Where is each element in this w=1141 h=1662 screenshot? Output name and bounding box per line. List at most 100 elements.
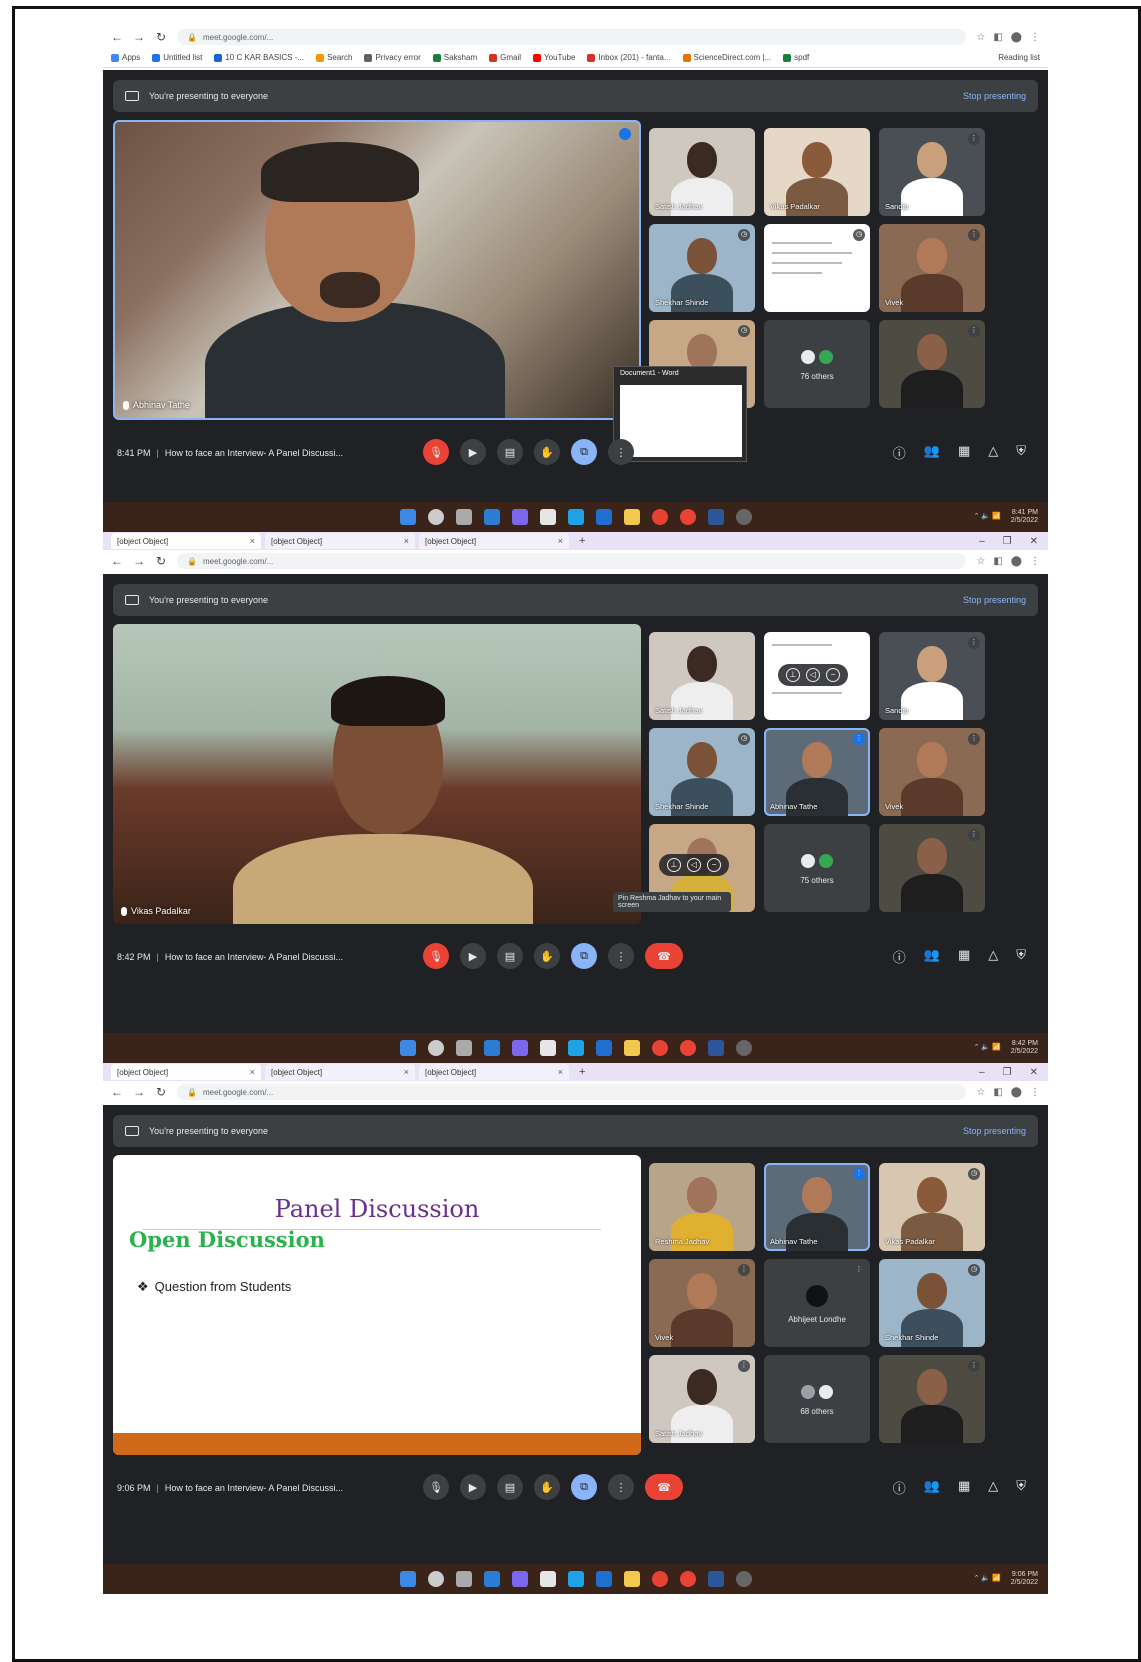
participant-tile[interactable]: ⋮ Vivek [649,1259,755,1347]
system-tray[interactable]: ⌃ 🔈 📶 9:06 PM 2/5/2022 [974,1571,1038,1587]
participant-tile[interactable]: ◷ Shekhar Shinde [649,728,755,816]
participant-tile[interactable]: Reshma Jadhav [649,1163,755,1251]
tab-meet[interactable]: [object Object] × [111,1064,261,1080]
calendar-icon[interactable] [539,1040,556,1056]
present-button[interactable]: ⧉ [571,439,597,465]
more-options-button[interactable]: ⋮ [608,439,634,465]
participant-tile[interactable]: ◷ Shekhar Shinde [649,224,755,312]
activities-icon[interactable]: △ [988,1478,998,1497]
host-controls-icon[interactable]: ⛨ [1016,947,1026,966]
main-video[interactable]: Vikas Padalkar [113,624,641,924]
system-tray[interactable]: ⌃ 🔈 📶 8:41 PM 2/5/2022 [974,509,1038,525]
mic-button[interactable]: 🎙 [423,1474,449,1500]
people-icon[interactable]: 👥 [924,1478,940,1497]
extension-icons[interactable]: ☆ ◧ ⬤ ⋮ [976,556,1040,567]
reading-list[interactable]: Reading list [998,53,1040,62]
url-field[interactable]: 🔒 meet.google.com/... [177,553,967,569]
stop-presenting-button[interactable]: Stop presenting [963,91,1026,101]
remove-icon[interactable]: − [826,668,840,682]
bookmark[interactable]: Search [316,53,352,62]
stop-presenting-button[interactable]: Stop presenting [963,1126,1026,1136]
system-tray[interactable]: ⌃ 🔈 📶 8:42 PM 2/5/2022 [974,1040,1038,1056]
url-field[interactable]: 🔒 meet.google.com/... [177,29,967,45]
folder-icon[interactable] [623,1571,640,1587]
present-button[interactable]: ⧉ [571,943,597,969]
participant-tile[interactable]: Satish Jadhav [649,632,755,720]
maximize-icon[interactable]: ❐ [1003,1067,1012,1078]
participant-tile[interactable]: ⋮ Sandip [879,632,985,720]
captions-button[interactable]: ▤ [497,439,523,465]
edge-icon[interactable] [567,1040,584,1056]
host-controls-icon[interactable]: ⛨ [1016,1478,1026,1497]
chrome-icon[interactable] [651,1040,668,1056]
participant-tile[interactable]: ⋮ [879,320,985,408]
participant-tile[interactable]: Vikas Padalkar [764,128,870,216]
bookmark[interactable]: Privacy error [364,53,421,62]
edge-icon[interactable] [567,509,584,525]
participant-tile[interactable]: ⋮ Vivek [879,224,985,312]
mute-icon[interactable]: ◁ [687,858,701,872]
participant-tile[interactable]: ⋮ Satish Jadhav [649,1355,755,1443]
url-field[interactable]: 🔒 meet.google.com/... [177,1084,967,1100]
stop-presenting-button[interactable]: Stop presenting [963,595,1026,605]
participant-tile[interactable]: ⋮ Abhinav Tathe [764,1163,870,1251]
camera-button[interactable]: ▶ [460,1474,486,1500]
forward-icon[interactable]: → [133,554,145,568]
tab-document[interactable]: [object Object] × [265,533,415,549]
participant-tile[interactable]: ⋮ Vivek [879,728,985,816]
back-icon[interactable]: ← [111,554,123,568]
info-icon[interactable]: ⓘ [893,443,906,462]
calendar-icon[interactable] [539,1571,556,1587]
more-options-button[interactable]: ⋮ [608,1474,634,1500]
mic-off-button[interactable]: 🎙 [423,943,449,969]
extension-icons[interactable]: ☆ ◧ ⬤ ⋮ [976,1087,1040,1098]
remove-icon[interactable]: − [707,858,721,872]
participant-tile[interactable]: ⋮ [879,824,985,912]
bookmark[interactable]: Inbox (201) - fanta... [587,53,671,62]
tab-meet[interactable]: [object Object] × [111,533,261,549]
end-call-button[interactable]: ☎ [645,1474,683,1500]
settings-icon[interactable] [735,1040,752,1056]
search-icon[interactable] [427,509,444,525]
participant-tile[interactable]: Satish Jadhav [649,128,755,216]
forward-icon[interactable]: → [133,1085,145,1099]
camera-button[interactable]: ▶ [460,439,486,465]
bookmark[interactable]: Saksham [432,53,477,62]
word-icon[interactable] [483,1571,500,1587]
bookmark[interactable]: Apps [111,53,140,62]
captions-button[interactable]: ▤ [497,1474,523,1500]
bookmark[interactable]: Gmail [489,53,521,62]
participant-tile[interactable]: Abhijeet Londhe ⋮ [764,1259,870,1347]
mute-icon[interactable]: ◁ [806,668,820,682]
presentation-slide[interactable]: Panel Discussion Open Discussion ❖ Questi… [113,1155,641,1455]
minimize-icon[interactable]: – [979,1067,985,1078]
more-options-button[interactable]: ⋮ [608,943,634,969]
raise-hand-button[interactable]: ✋ [534,943,560,969]
chat-icon[interactable]: ▦ [958,947,970,966]
present-button[interactable]: ⧉ [571,1474,597,1500]
task-view-icon[interactable] [455,1571,472,1587]
forward-icon[interactable]: → [133,30,145,44]
close-window-icon[interactable]: ✕ [1030,1067,1038,1078]
store-icon[interactable] [595,509,612,525]
start-icon[interactable] [399,1040,416,1056]
chrome-icon[interactable] [651,509,668,525]
participant-tile[interactable]: ⋮ Sandip [879,128,985,216]
bookmark[interactable]: spdf [783,53,809,62]
participant-tile[interactable]: ⋮ [879,1355,985,1443]
store-icon[interactable] [595,1040,612,1056]
edge-icon[interactable] [567,1571,584,1587]
close-window-icon[interactable]: ✕ [1030,536,1038,547]
back-icon[interactable]: ← [111,30,123,44]
settings-icon[interactable] [735,1571,752,1587]
tab-new-tab[interactable]: [object Object] × [419,533,569,549]
activities-icon[interactable]: △ [988,443,998,462]
teams-icon[interactable] [511,1571,528,1587]
activities-icon[interactable]: △ [988,947,998,966]
chrome-icon[interactable] [651,1571,668,1587]
screen-share-tile[interactable]: ◷ [764,224,870,312]
bookmark[interactable]: YouTube [533,53,575,62]
pin-icon[interactable]: ⊥ [667,858,681,872]
screen-share-tile[interactable]: ⊥ ◁ − [764,632,870,720]
app-icon[interactable] [679,1040,696,1056]
